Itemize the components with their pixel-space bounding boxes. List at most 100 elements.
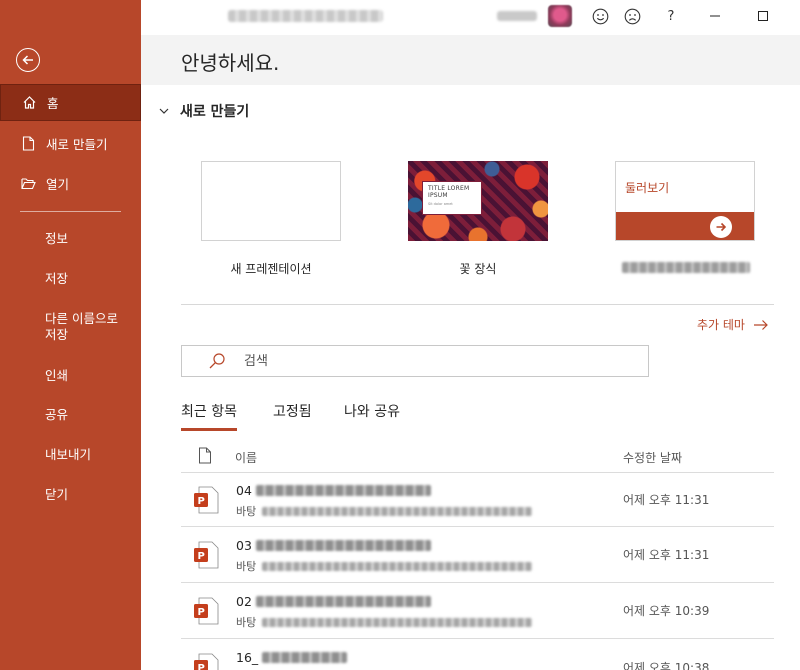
file-path-redacted xyxy=(262,617,533,627)
sidebar-item-label: 내보내기 xyxy=(45,447,92,462)
powerpoint-file-icon: P xyxy=(194,597,219,625)
sidebar-divider xyxy=(20,211,121,212)
new-section-title: 새로 만들기 xyxy=(180,104,250,120)
back-button[interactable] xyxy=(16,48,40,72)
file-name-prefix: 04 xyxy=(236,483,252,498)
new-section-toggle[interactable]: 새로 만들기 xyxy=(158,101,249,121)
sidebar-item-close[interactable]: 닫기 xyxy=(0,487,141,503)
help-label: ? xyxy=(667,8,675,24)
smiley-sad-icon[interactable] xyxy=(623,7,641,25)
svg-text:P: P xyxy=(198,551,205,562)
file-row[interactable]: P 16_ 어제 오후 10:38 xyxy=(181,640,774,670)
sidebar-item-new[interactable]: 새로 만들기 xyxy=(0,134,141,152)
maximize-icon xyxy=(758,11,768,21)
powerpoint-file-icon: P xyxy=(194,653,219,670)
row-divider xyxy=(181,526,774,527)
row-divider xyxy=(181,582,774,583)
chevron-down-icon xyxy=(159,108,169,114)
svg-text:P: P xyxy=(198,607,205,618)
file-location: 바탕 xyxy=(236,558,533,574)
sidebar-item-label: 정보 xyxy=(45,231,69,246)
sidebar-item-save-as[interactable]: 다른 이름으로 저장 xyxy=(0,311,125,343)
file-name-redacted xyxy=(255,540,431,551)
file-name: 04 xyxy=(236,483,431,498)
document-filename-redacted xyxy=(228,10,383,22)
minimize-button[interactable] xyxy=(705,6,725,26)
sidebar-item-export[interactable]: 내보내기 xyxy=(0,447,141,463)
file-type-icon xyxy=(199,447,211,464)
tab-shared-with-me[interactable]: 나와 공유 xyxy=(344,401,400,428)
help-icon[interactable]: ? xyxy=(662,7,680,25)
search-input[interactable] xyxy=(244,353,624,369)
tab-pinned[interactable]: 고정됨 xyxy=(273,401,312,428)
column-name-header[interactable]: 이름 xyxy=(235,449,257,466)
arrow-right-icon xyxy=(753,319,768,330)
search-box[interactable] xyxy=(181,345,649,377)
sidebar-item-open[interactable]: 열기 xyxy=(0,174,141,192)
file-modified-date: 어제 오후 11:31 xyxy=(623,548,710,562)
sidebar-item-label: 인쇄 xyxy=(45,368,69,383)
row-divider xyxy=(181,638,774,639)
file-row[interactable]: P 04 바탕 어제 오후 11:31 xyxy=(181,473,774,527)
file-modified-date: 어제 오후 10:39 xyxy=(623,604,710,618)
svg-text:P: P xyxy=(198,663,205,670)
tab-recent[interactable]: 최근 항목 xyxy=(181,401,237,431)
file-name: 02 xyxy=(236,594,431,609)
file-location: 바탕 xyxy=(236,503,533,519)
greeting-title: 안녕하세요. xyxy=(181,51,280,75)
smiley-happy-icon[interactable] xyxy=(591,7,609,25)
sidebar-item-label: 다른 이름으로 저장 xyxy=(45,311,118,342)
template-blank[interactable] xyxy=(201,161,341,241)
template-tour-label-redacted xyxy=(622,262,750,273)
powerpoint-file-icon: P xyxy=(194,541,219,569)
user-name-redacted xyxy=(497,11,537,21)
file-path-redacted xyxy=(262,561,533,571)
svg-text:P: P xyxy=(198,496,205,507)
template-tour[interactable]: 둘러보기 xyxy=(615,161,755,241)
file-row[interactable]: P 03 바탕 어제 오후 11:31 xyxy=(181,528,774,582)
more-themes-link[interactable]: 추가 테마 xyxy=(697,316,769,333)
sidebar-item-label: 공유 xyxy=(45,407,69,422)
template-blank-label: 새 프레젠테이션 xyxy=(230,262,312,276)
file-location-prefix: 바탕 xyxy=(236,505,257,518)
sidebar-item-share[interactable]: 공유 xyxy=(0,407,141,423)
sidebar-item-home[interactable]: 홈 xyxy=(0,84,141,121)
sidebar-item-save[interactable]: 저장 xyxy=(0,271,141,287)
sidebar-item-label: 닫기 xyxy=(45,487,69,502)
file-modified-date: 어제 오후 11:31 xyxy=(623,493,710,507)
arrow-left-icon xyxy=(22,55,33,65)
sidebar-item-label: 홈 xyxy=(47,96,59,111)
template-flower-label: 꽃 장식 xyxy=(459,262,497,276)
sidebar-item-print[interactable]: 인쇄 xyxy=(0,368,141,384)
file-name: 16_ xyxy=(236,650,348,665)
folder-open-icon xyxy=(20,175,36,191)
file-name-prefix: 16_ xyxy=(236,650,259,665)
sidebar-item-info[interactable]: 정보 xyxy=(0,231,141,247)
sidebar-item-label: 새로 만들기 xyxy=(46,136,108,152)
file-row[interactable]: P 02 바탕 어제 오후 10:39 xyxy=(181,584,774,638)
arrow-right-icon xyxy=(710,216,732,238)
template-tour-title: 둘러보기 xyxy=(625,181,670,195)
file-path-redacted xyxy=(262,506,533,516)
template-thumb-title: TITLE LOREM IPSUM xyxy=(428,185,470,199)
file-modified-date: 어제 오후 10:38 xyxy=(623,661,710,670)
powerpoint-file-icon: P xyxy=(194,486,219,514)
sidebar-item-label: 저장 xyxy=(45,271,69,286)
template-flower[interactable]: TITLE LOREM IPSUM Sit dolor amet xyxy=(408,161,548,241)
home-icon xyxy=(21,95,37,111)
sidebar: 홈 새로 만들기 열기 정보 저장 다른 이름으로 저장 인쇄 공유 내보내기 … xyxy=(0,0,141,670)
column-modified-header[interactable]: 수정한 날짜 xyxy=(623,449,682,466)
file-name-redacted xyxy=(255,596,431,607)
avatar[interactable] xyxy=(548,5,572,27)
file-location-prefix: 바탕 xyxy=(236,560,257,573)
maximize-button[interactable] xyxy=(753,6,773,26)
template-tour-band xyxy=(616,212,754,240)
file-name-redacted xyxy=(255,485,431,496)
template-flower-title-card: TITLE LOREM IPSUM Sit dolor amet xyxy=(422,181,482,215)
section-separator xyxy=(181,304,774,305)
search-icon xyxy=(209,353,225,369)
file-name-prefix: 02 xyxy=(236,594,252,609)
powerpoint-backstage: 홈 새로 만들기 열기 정보 저장 다른 이름으로 저장 인쇄 공유 내보내기 … xyxy=(0,0,800,670)
file-location-prefix: 바탕 xyxy=(236,616,257,629)
file-name: 03 xyxy=(236,538,431,553)
